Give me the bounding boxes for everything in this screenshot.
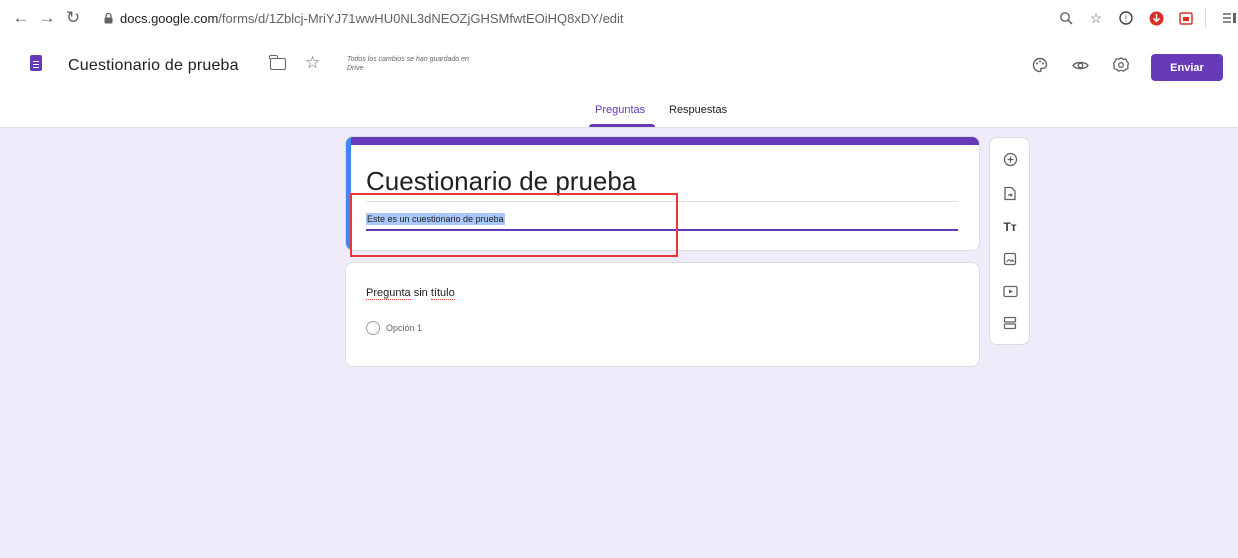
- reading-list-icon[interactable]: [1216, 5, 1238, 31]
- star-icon[interactable]: ☆: [305, 53, 320, 73]
- floating-toolbar: Tт: [989, 137, 1030, 345]
- add-section-icon[interactable]: [1001, 314, 1019, 332]
- address-bar[interactable]: docs.google.com/forms/d/1Zblcj-MriYJ71ww…: [120, 11, 624, 26]
- radio-button[interactable]: [366, 321, 380, 335]
- active-tab-indicator: [589, 124, 655, 127]
- add-question-icon[interactable]: [1001, 150, 1019, 168]
- back-arrow-icon[interactable]: ←: [10, 7, 32, 29]
- tabs-bar: Preguntas Respuestas: [0, 102, 1238, 128]
- forms-logo-icon[interactable]: [30, 55, 42, 71]
- lock-icon: [102, 11, 114, 25]
- annotation-highlight-box: [350, 193, 678, 257]
- option-row[interactable]: Opción 1: [366, 321, 422, 335]
- question-card[interactable]: Pregunta sin título Opción 1: [345, 262, 980, 367]
- add-image-icon[interactable]: [1001, 250, 1019, 268]
- url-path: /forms/d/1Zblcj-MriYJ71wwHU0NL3dNEOZjGHS…: [218, 10, 624, 26]
- question-title-word: sin: [413, 287, 428, 299]
- browser-toolbar: ← → ↻ docs.google.com/forms/d/1Zblcj-Mri…: [0, 0, 1238, 36]
- preview-eye-icon[interactable]: [1071, 56, 1089, 74]
- url-host: docs.google.com: [120, 10, 219, 26]
- settings-gear-icon[interactable]: [1112, 56, 1130, 74]
- forms-header: Cuestionario de prueba ☆ Todos los cambi…: [0, 36, 1238, 128]
- save-status-text: Todos los cambios se han guardado en Dri…: [347, 56, 469, 72]
- folder-icon[interactable]: [269, 55, 286, 70]
- reload-icon[interactable]: ↻: [62, 7, 84, 29]
- tab-responses[interactable]: Respuestas: [669, 104, 727, 116]
- tab-questions[interactable]: Preguntas: [595, 104, 645, 116]
- question-title-word: título: [430, 287, 455, 300]
- extension-icon[interactable]: !: [1113, 5, 1139, 31]
- add-title-text-icon[interactable]: Tт: [1001, 218, 1019, 236]
- bookmark-star-icon[interactable]: ☆: [1083, 5, 1109, 31]
- toolbar-divider: [1205, 8, 1206, 28]
- download-extension-icon[interactable]: [1143, 5, 1169, 31]
- question-title[interactable]: Pregunta sin título: [366, 287, 455, 300]
- card-accent-bar: [346, 137, 979, 145]
- palette-icon[interactable]: [1031, 56, 1049, 74]
- calendar-extension-icon[interactable]: [1173, 5, 1199, 31]
- question-title-word: Pregunta: [366, 287, 411, 300]
- forward-arrow-icon[interactable]: →: [36, 7, 58, 29]
- import-questions-icon[interactable]: [1001, 184, 1019, 202]
- form-name-title[interactable]: Cuestionario de prueba: [68, 57, 239, 75]
- add-video-icon[interactable]: [1001, 282, 1019, 300]
- option-label: Opción 1: [386, 323, 423, 333]
- send-button[interactable]: Enviar: [1151, 54, 1223, 81]
- zoom-icon[interactable]: [1053, 5, 1079, 31]
- svg-text:!: !: [1125, 15, 1127, 24]
